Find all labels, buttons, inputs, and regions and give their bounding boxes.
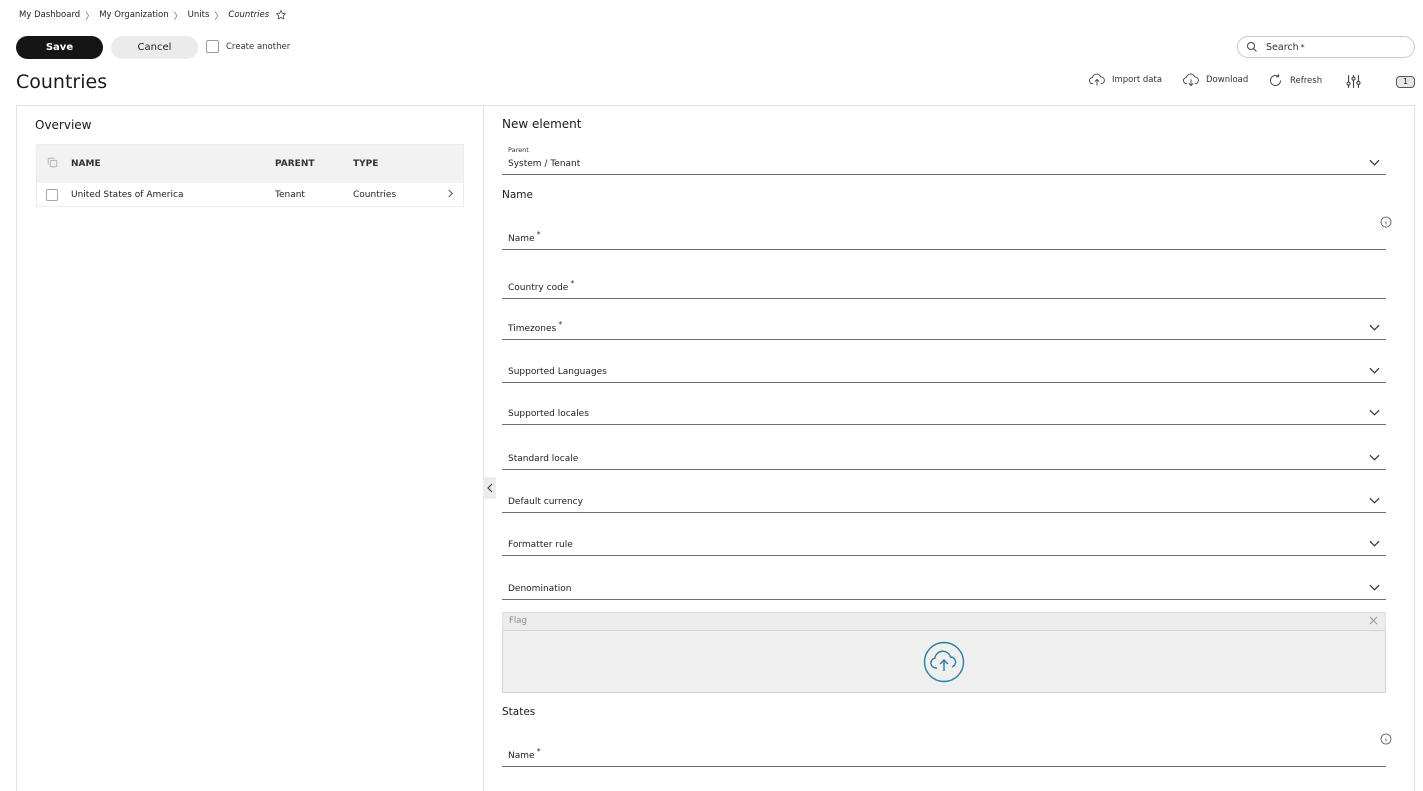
search-placeholder: Search (1266, 41, 1299, 53)
download-button[interactable]: Download (1183, 73, 1248, 87)
name-label: Name (508, 234, 535, 244)
breadcrumb-separator: 〉 (214, 11, 224, 22)
create-another-checkbox[interactable] (206, 40, 219, 53)
breadcrumb-item-dashboard[interactable]: My Dashboard (19, 10, 80, 20)
standard-locale-label: Standard locale (508, 454, 579, 464)
search-icon (1247, 42, 1257, 52)
state-name-label: Name (508, 751, 535, 761)
chevron-left-icon (486, 483, 492, 493)
supported-languages-select[interactable]: Supported Languages (502, 355, 1386, 383)
flag-label: Flag (509, 616, 527, 626)
copy-icon[interactable] (46, 156, 59, 172)
parent-label: Parent (508, 146, 529, 154)
cell-name: United States of America (71, 190, 184, 200)
refresh-icon (1270, 74, 1282, 86)
cell-type: Countries (353, 190, 397, 200)
close-icon[interactable] (1369, 616, 1378, 625)
chevron-right-icon[interactable] (447, 189, 454, 201)
page-title: Countries (16, 71, 108, 93)
supported-languages-label: Supported Languages (508, 367, 607, 377)
download-label: Download (1206, 75, 1249, 85)
column-header-parent[interactable]: PARENT (275, 159, 315, 169)
cancel-button[interactable]: Cancel (111, 36, 198, 59)
cloud-upload-icon[interactable] (923, 641, 965, 683)
country-code-field[interactable]: Country code * (502, 270, 1386, 299)
collapse-panel-button[interactable] (483, 477, 496, 499)
flag-header: Flag (502, 612, 1386, 630)
import-data-button[interactable]: Import data (1089, 73, 1162, 87)
breadcrumb-item-organization[interactable]: My Organization (99, 10, 168, 20)
chevron-down-icon (1369, 159, 1380, 166)
breadcrumb-item-units[interactable]: Units (188, 10, 210, 20)
required-mark: * (570, 279, 575, 288)
overview-table: NAME PARENT TYPE United States of Americ… (36, 144, 464, 207)
required-mark: * (558, 320, 563, 329)
table-row[interactable]: United States of America Tenant Countrie… (37, 183, 463, 207)
chevron-down-icon (1369, 454, 1380, 461)
count-badge[interactable]: 1 (1396, 76, 1415, 88)
cell-parent: Tenant (275, 190, 305, 200)
supported-locales-select[interactable]: Supported locales (502, 397, 1386, 425)
chevron-down-icon (1369, 324, 1380, 331)
required-mark: * (536, 747, 541, 756)
states-section-title: States (502, 706, 536, 718)
state-name-field[interactable]: Name * (502, 738, 1386, 767)
formatter-rule-label: Formatter rule (508, 540, 573, 550)
supported-locales-label: Supported locales (508, 409, 589, 419)
overview-title: Overview (35, 118, 92, 132)
timezones-label: Timezones (508, 324, 557, 334)
country-code-label: Country code (508, 283, 569, 293)
name-field[interactable]: Name * (502, 221, 1386, 250)
chevron-down-icon (1369, 497, 1380, 504)
table-header: NAME PARENT TYPE (37, 145, 463, 183)
refresh-button[interactable]: Refresh (1268, 73, 1322, 88)
chevron-down-icon (1369, 367, 1380, 374)
column-header-name[interactable]: NAME (71, 159, 101, 169)
timezones-select[interactable]: Timezones * (502, 312, 1386, 340)
denomination-label: Denomination (508, 584, 572, 594)
formatter-rule-select[interactable]: Formatter rule (502, 527, 1386, 556)
required-mark: * (1300, 42, 1305, 52)
denomination-select[interactable]: Denomination (502, 570, 1386, 600)
breadcrumb: My Dashboard 〉 My Organization 〉 Units 〉… (19, 8, 287, 22)
chevron-down-icon (1369, 540, 1380, 547)
cloud-upload-icon (1089, 73, 1105, 86)
sliders-icon[interactable] (1345, 73, 1362, 90)
row-checkbox[interactable] (46, 189, 58, 201)
parent-value: System / Tenant (508, 159, 581, 169)
breadcrumb-separator: 〉 (85, 11, 95, 22)
parent-select[interactable]: Parent System / Tenant (502, 144, 1386, 175)
default-currency-label: Default currency (508, 497, 583, 507)
form-title: New element (502, 117, 582, 131)
breadcrumb-item-countries: Countries (228, 10, 270, 20)
breadcrumb-separator: 〉 (173, 11, 183, 22)
star-icon[interactable] (275, 9, 287, 21)
chevron-down-icon (1369, 584, 1380, 591)
panel-divider (483, 105, 484, 791)
chevron-down-icon (1369, 409, 1380, 416)
cloud-download-icon (1183, 73, 1199, 87)
default-currency-select[interactable]: Default currency (502, 484, 1386, 513)
flag-dropzone[interactable] (502, 630, 1386, 693)
column-header-type[interactable]: TYPE (353, 159, 378, 169)
search-input[interactable]: Search * (1237, 36, 1415, 58)
refresh-label: Refresh (1290, 75, 1323, 86)
required-mark: * (536, 230, 541, 239)
create-another-toggle[interactable]: Create another (206, 40, 290, 53)
standard-locale-select[interactable]: Standard locale (502, 440, 1386, 470)
import-data-label: Import data (1112, 75, 1163, 85)
name-section-title: Name (502, 189, 533, 201)
save-button[interactable]: Save (16, 36, 103, 59)
create-another-label: Create another (226, 41, 291, 52)
